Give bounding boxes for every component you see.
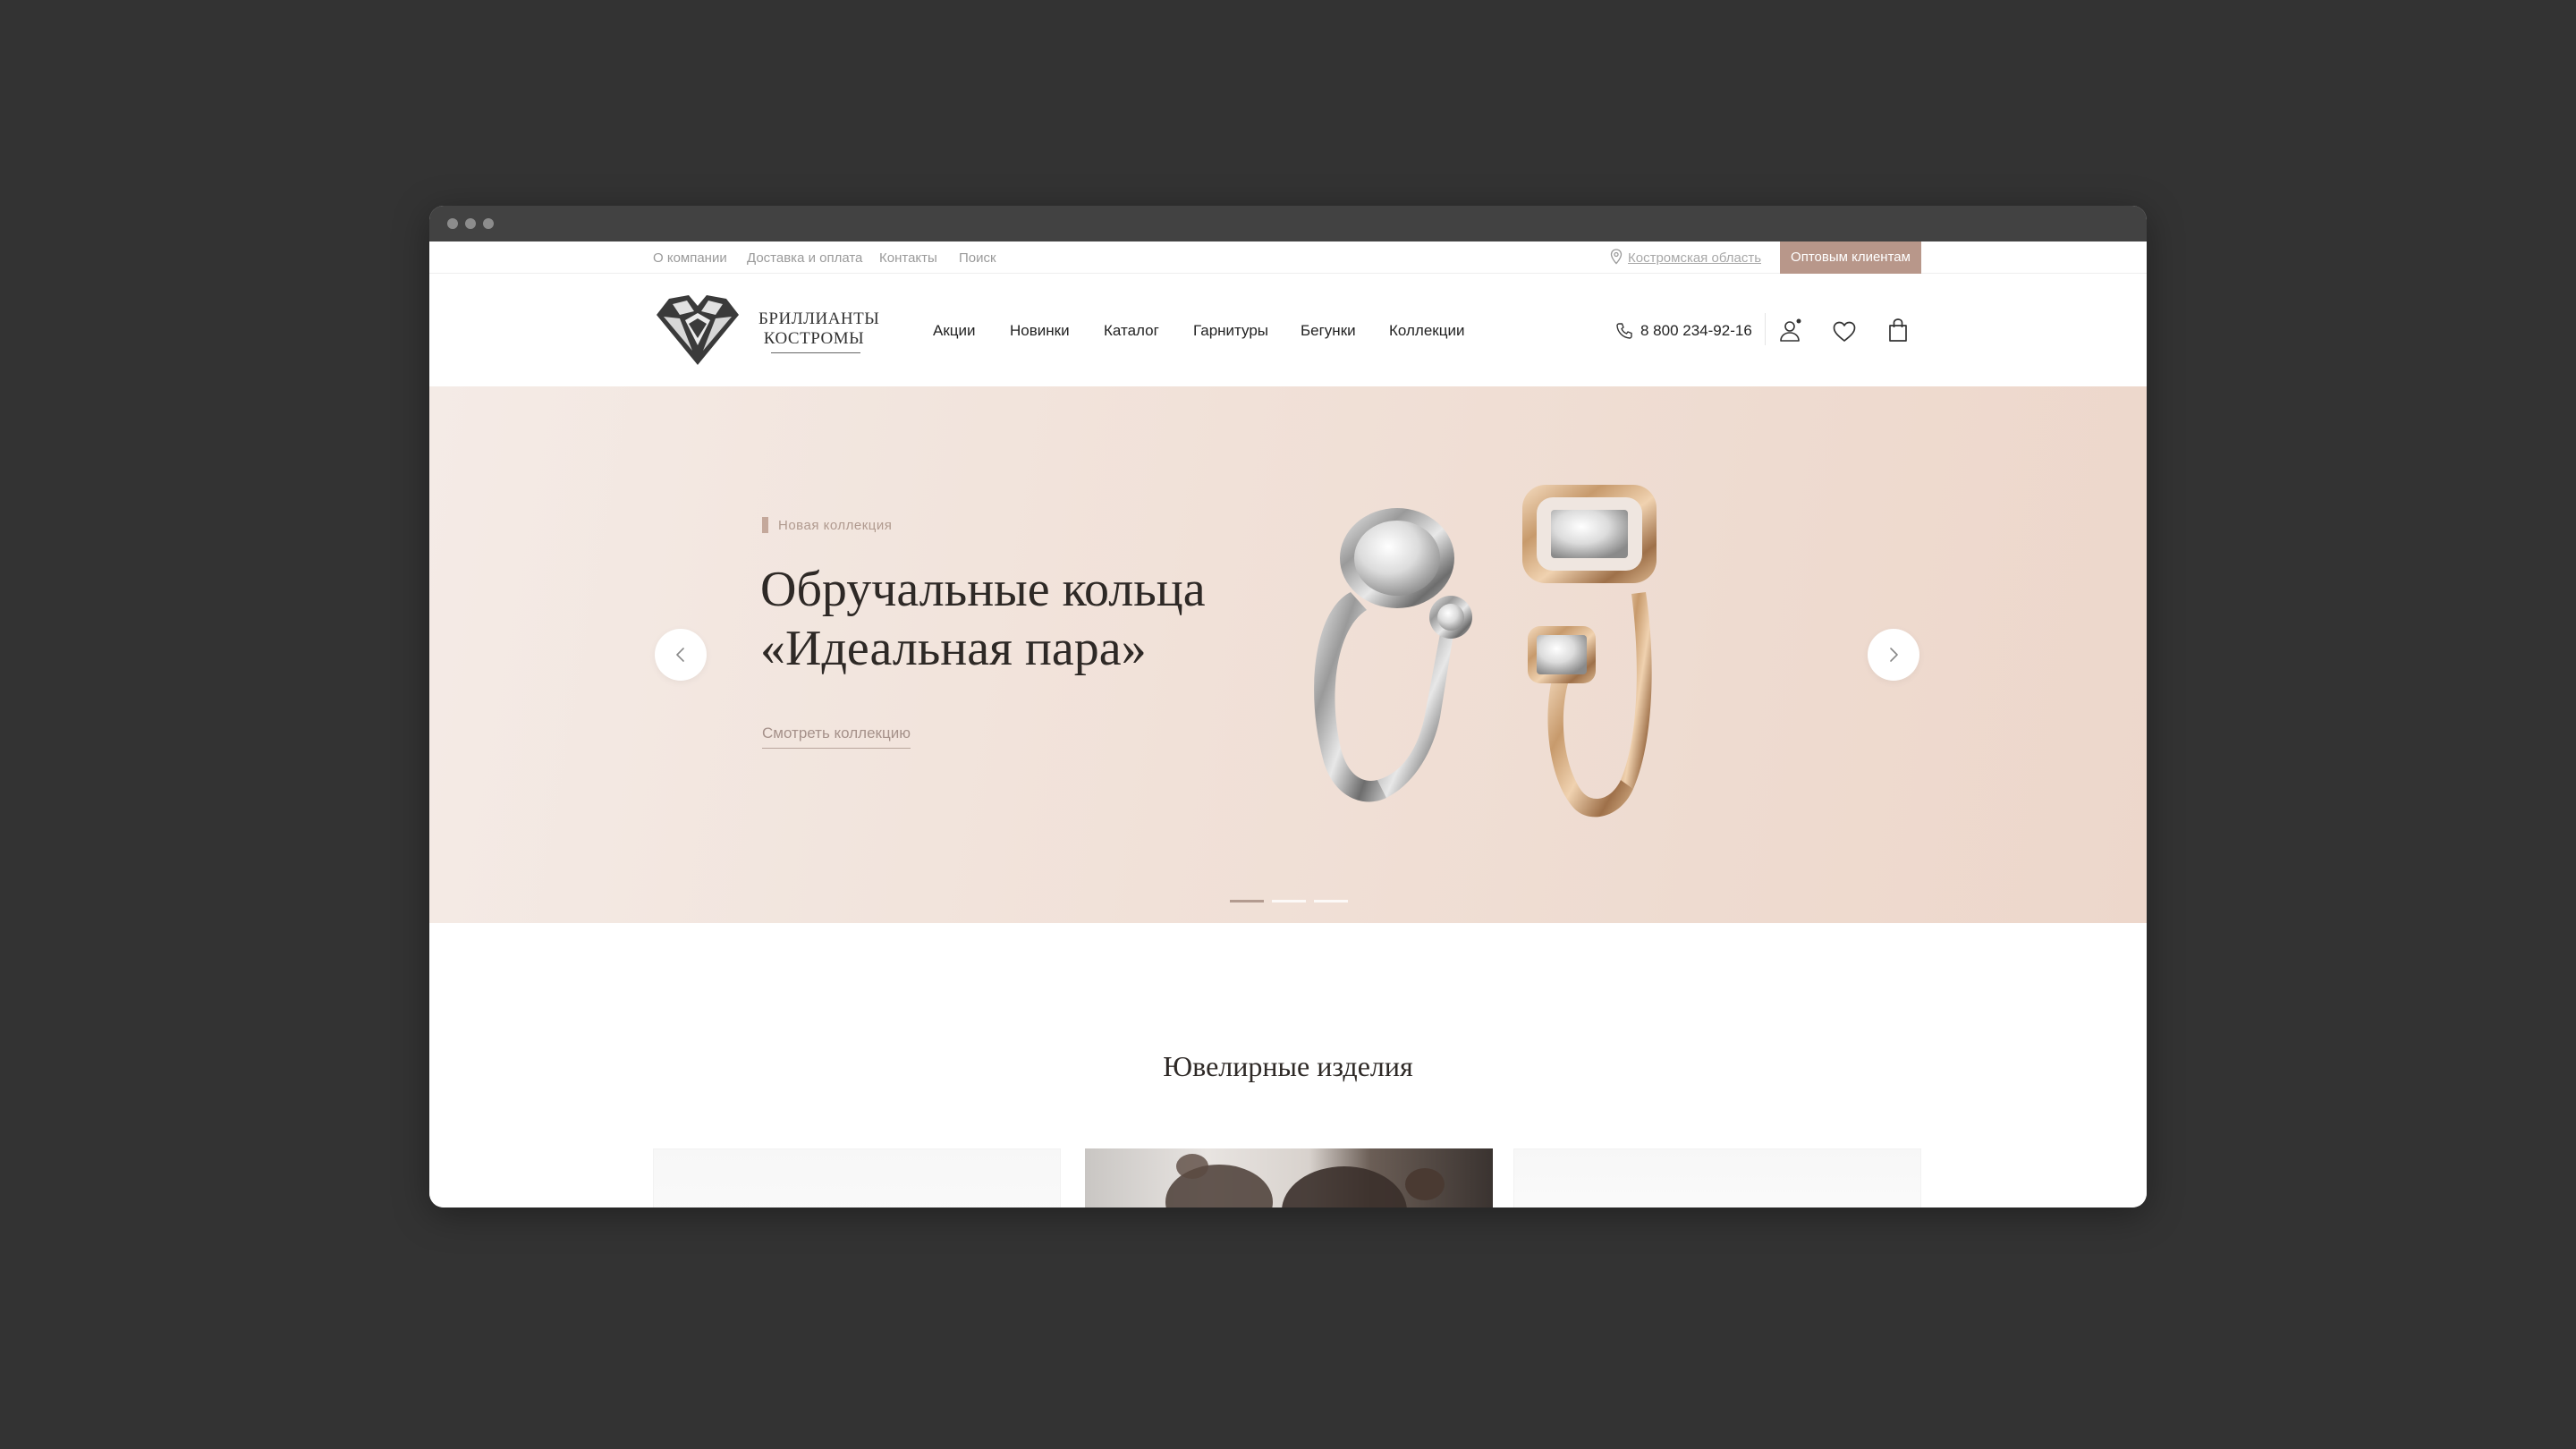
diamond-logo-icon[interactable] xyxy=(653,293,742,367)
link-delivery[interactable]: Доставка и оплата xyxy=(747,250,862,266)
hero-slider: Новая коллекция Обручальные кольца «Идеа… xyxy=(429,386,2147,923)
logo-wordmark[interactable]: БРИЛЛИАНТЫ КОСТРОМЫ xyxy=(758,309,880,349)
hero-title: Обручальные кольца «Идеальная пара» xyxy=(760,560,1315,678)
nav-item-new[interactable]: Новинки xyxy=(1010,322,1070,340)
slider-prev-button[interactable] xyxy=(655,629,707,681)
window-dot-icon[interactable] xyxy=(465,218,476,229)
chevron-right-icon xyxy=(1890,648,1898,662)
nav-item-runners[interactable]: Бегунки xyxy=(1301,322,1356,340)
nav-item-catalog[interactable]: Каталог xyxy=(1104,322,1159,340)
category-card[interactable] xyxy=(653,1148,1061,1208)
window-titlebar xyxy=(429,206,2147,242)
slide-indicator-3[interactable] xyxy=(1314,900,1348,902)
web-page: О компании Доставка и оплата Контакты По… xyxy=(429,242,2147,1208)
header-divider xyxy=(1765,313,1766,345)
view-collection-link[interactable]: Смотреть коллекцию xyxy=(762,724,911,749)
location-pin-icon xyxy=(1610,249,1623,265)
slide-indicator-1[interactable] xyxy=(1230,900,1264,902)
chevron-left-icon xyxy=(676,648,684,662)
wedding-rings-image xyxy=(1314,485,1657,818)
nav-item-sets[interactable]: Гарнитуры xyxy=(1193,322,1268,340)
nav-item-sales[interactable]: Акции xyxy=(933,322,976,340)
hero-title-line-1: Обручальные кольца xyxy=(760,562,1206,617)
category-card[interactable] xyxy=(1513,1148,1921,1208)
link-search[interactable]: Поиск xyxy=(959,250,996,266)
slider-next-button[interactable] xyxy=(1868,629,1919,681)
shopping-bag-icon[interactable] xyxy=(1887,318,1909,343)
window-dot-icon[interactable] xyxy=(447,218,458,229)
utility-bar: О компании Доставка и оплата Контакты По… xyxy=(429,242,2147,274)
hero-title-line-2: «Идеальная пара» xyxy=(760,621,1147,676)
wholesale-button[interactable]: Оптовым клиентам xyxy=(1780,242,1921,274)
nav-item-collections[interactable]: Коллекции xyxy=(1389,322,1464,340)
category-card[interactable] xyxy=(1085,1148,1493,1208)
heart-icon[interactable] xyxy=(1832,320,1857,343)
window-dot-icon[interactable] xyxy=(483,218,494,229)
slide-indicator-2[interactable] xyxy=(1272,900,1306,902)
main-header: БРИЛЛИАНТЫ КОСТРОМЫ Акции Новинки Катало… xyxy=(429,274,2147,386)
browser-window: О компании Доставка и оплата Контакты По… xyxy=(429,206,2147,1208)
region-selector[interactable]: Костромская область xyxy=(1628,250,1761,266)
logo-line-1: БРИЛЛИАНТЫ xyxy=(758,309,880,328)
user-icon[interactable] xyxy=(1778,318,1803,343)
link-about[interactable]: О компании xyxy=(653,250,727,266)
logo-underline xyxy=(771,352,860,353)
logo-line-2: КОСТРОМЫ xyxy=(763,329,865,348)
model-photo-image xyxy=(1165,1154,1445,1208)
phone-number[interactable]: 8 800 234-92-16 xyxy=(1640,322,1752,340)
link-contacts[interactable]: Контакты xyxy=(879,250,937,266)
phone-icon xyxy=(1616,323,1632,339)
eyebrow-marker xyxy=(762,517,768,533)
section-title: Ювелирные изделия xyxy=(1163,1050,1413,1082)
hero-eyebrow: Новая коллекция xyxy=(778,518,893,533)
